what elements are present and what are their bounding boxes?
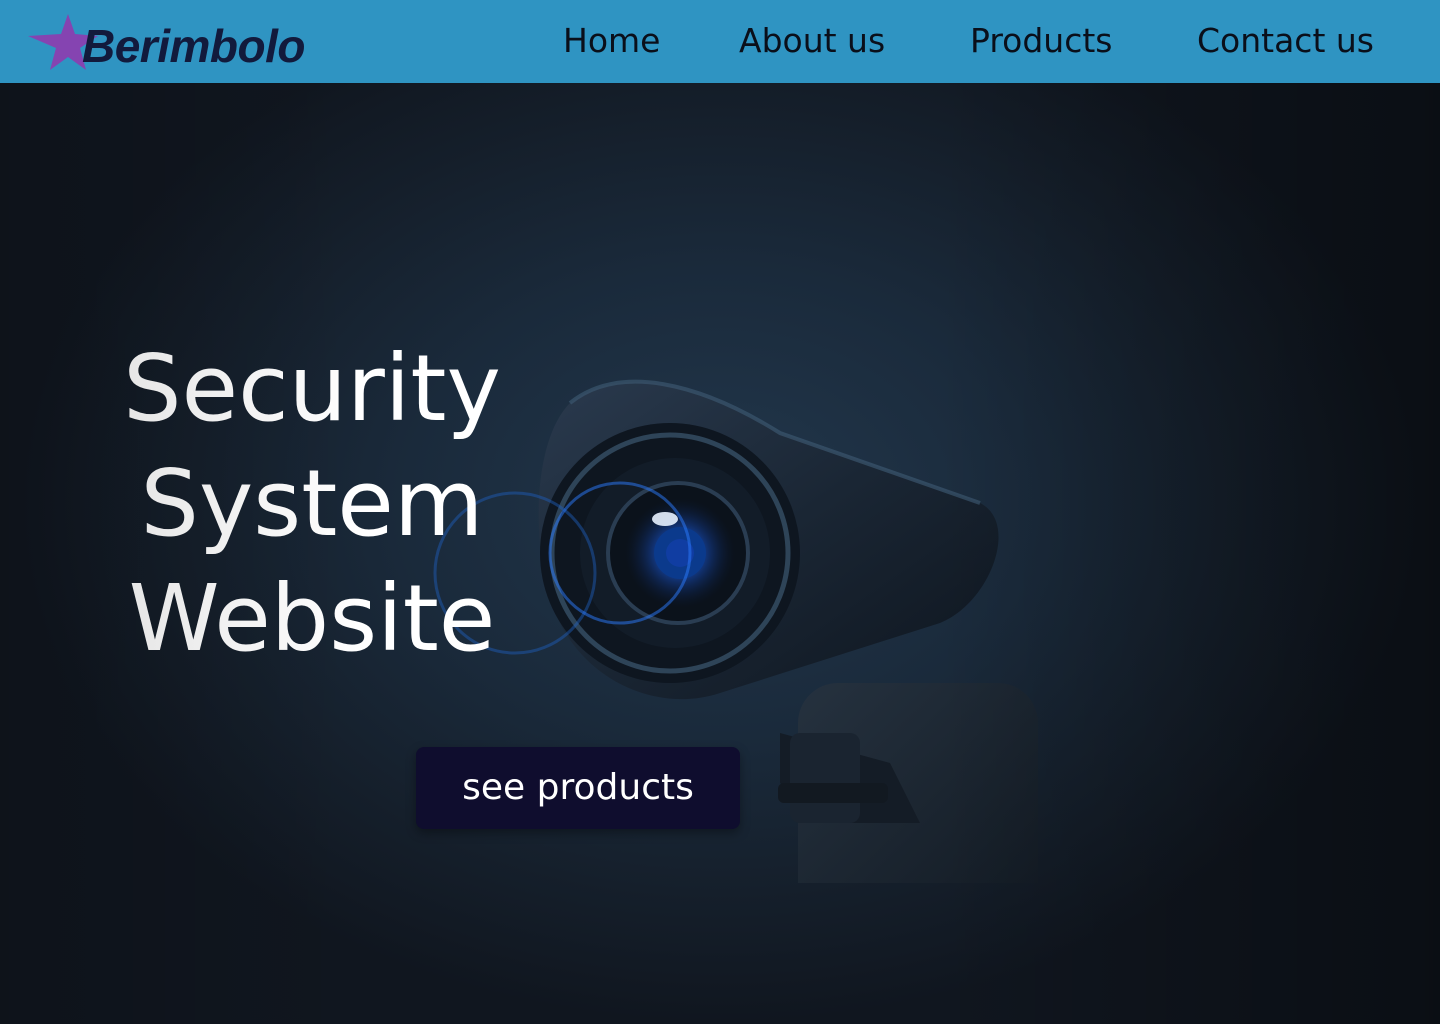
hero-title: Security System Website [92,331,532,676]
see-products-button[interactable]: see products [416,747,740,829]
brand-name: Berimbolo [82,20,305,72]
hero-section: Security System Website see products [0,83,1440,1024]
brand-logo[interactable]: Berimbolo [24,10,324,74]
hero-title-line: Website [128,565,496,672]
nav-about-us[interactable]: About us [739,21,885,61]
nav-contact-us[interactable]: Contact us [1197,21,1374,61]
nav-products[interactable]: Products [970,21,1113,61]
hero-title-line: Security [123,335,501,442]
top-navbar: Berimbolo Home About us Products Contact… [0,0,1440,83]
nav-home[interactable]: Home [563,21,660,61]
hero-title-line: System [140,450,484,557]
